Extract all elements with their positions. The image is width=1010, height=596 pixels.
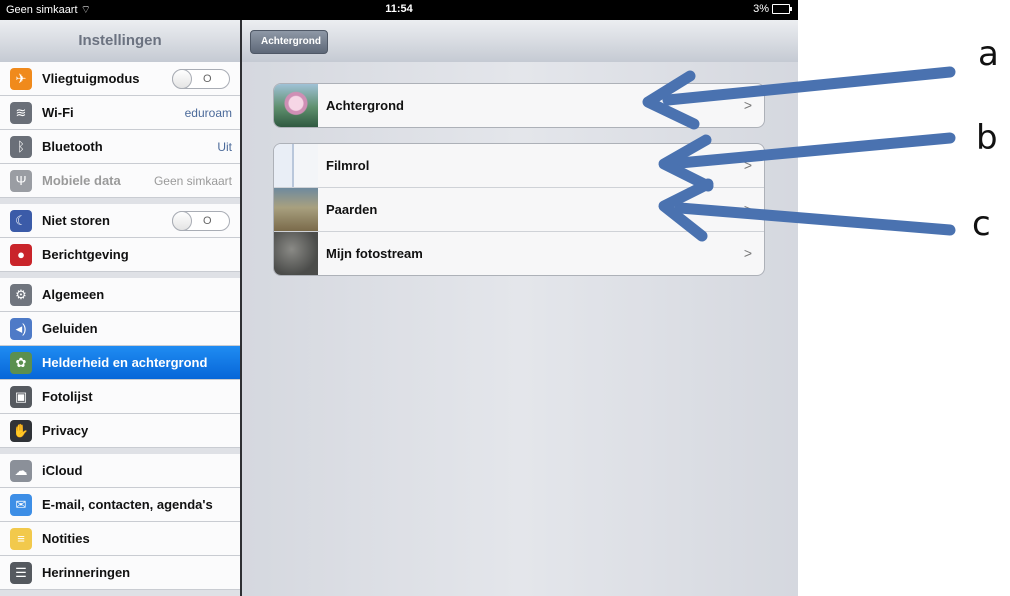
annotation-label-b: b (976, 118, 998, 158)
arrow-a (662, 66, 956, 106)
arrow-b (674, 132, 956, 169)
annotation-arrows (642, 66, 956, 242)
annotation-label-a: a (978, 34, 999, 74)
annotation-label-c: c (972, 204, 991, 244)
arrow-c (674, 202, 956, 236)
